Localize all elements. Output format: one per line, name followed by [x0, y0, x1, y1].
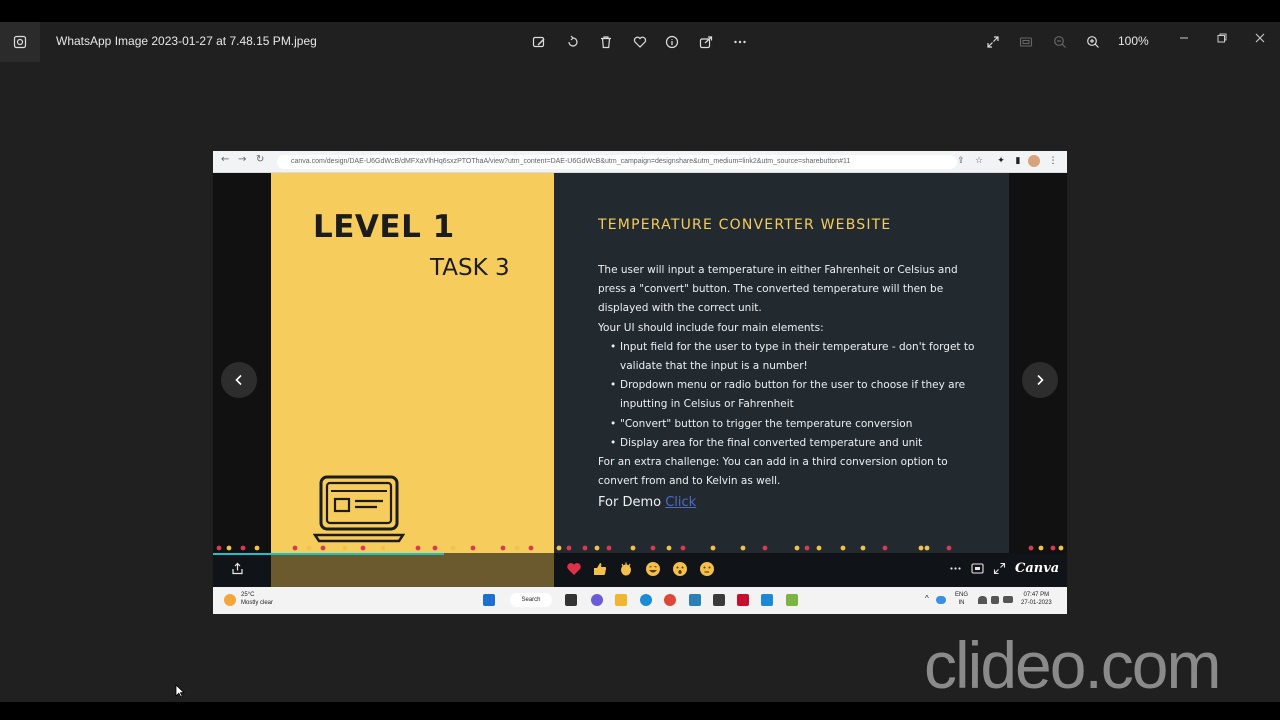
- profile-avatar: [1028, 155, 1040, 167]
- canva-logo: Canva: [1015, 561, 1060, 576]
- fullscreen-icon[interactable]: [983, 32, 1003, 52]
- edge-icon: [640, 594, 652, 606]
- battery-icon: [1003, 596, 1013, 603]
- reaction-stream: [216, 545, 1064, 551]
- list-item: Input field for the user to type in thei…: [610, 338, 978, 376]
- thumbs-up-reaction-icon[interactable]: [592, 561, 608, 577]
- zoom-in-icon[interactable]: [1083, 32, 1103, 52]
- minimize-icon[interactable]: [1172, 26, 1196, 50]
- favorite-icon[interactable]: [630, 32, 650, 52]
- address-bar: canva.com/design/DAE-U6GdWcB/dMFXaVlhHq6…: [277, 155, 957, 169]
- taskbar-search: Search: [510, 593, 552, 607]
- list-item: Dropdown menu or radio button for the us…: [610, 376, 978, 414]
- tray-chevron-icon: ^: [925, 594, 929, 603]
- expand-icon[interactable]: [993, 562, 1006, 579]
- store-icon: [689, 594, 701, 606]
- clock: 07:47 PM 27-01-2023: [1021, 591, 1052, 607]
- slide-body: The user will input a temperature in eit…: [598, 261, 978, 513]
- browser-menu-icon: ⋮: [1048, 156, 1058, 166]
- edit-image-icon[interactable]: [529, 32, 549, 52]
- clock-time: 07:47 PM: [1023, 592, 1050, 598]
- app-icon: [713, 594, 725, 606]
- displayed-photo[interactable]: ← → ↻ canva.com/design/DAE-U6GdWcB/dMFXa…: [213, 151, 1067, 614]
- weather-widget: 25°C Mostly clear: [241, 591, 273, 607]
- chrome-icon: [664, 594, 676, 606]
- challenge-paragraph: For an extra challenge: You can add in a…: [598, 456, 948, 488]
- zoom-out-icon[interactable]: [1050, 32, 1070, 52]
- region-code: IN: [958, 600, 965, 606]
- back-arrow-icon: ←: [221, 154, 230, 165]
- photo-viewer-window: WhatsApp Image 2023-01-27 at 7.48.15 PM.…: [0, 22, 1280, 702]
- windows-taskbar: 25°C Mostly clear Search ^ ENG IN 07:47 …: [213, 587, 1067, 614]
- mcafee-icon: [737, 594, 749, 606]
- next-slide-button[interactable]: [1022, 362, 1058, 398]
- sidebar-icon: ▮: [1015, 156, 1021, 166]
- photos-app-icon[interactable]: [0, 22, 40, 62]
- more-icon[interactable]: [949, 562, 962, 579]
- previous-slide-button[interactable]: [221, 362, 257, 398]
- intro-paragraph: The user will input a temperature in eit…: [598, 264, 958, 315]
- task-heading: TASK 3: [430, 255, 510, 281]
- share-page-icon: ⇪: [957, 156, 965, 166]
- clap-reaction-icon[interactable]: [618, 561, 634, 577]
- presenter-view-icon[interactable]: [971, 562, 984, 579]
- weather-sun-icon: [224, 594, 236, 606]
- laptop-icon: [312, 475, 406, 547]
- bookmark-star-icon: ☆: [974, 156, 984, 166]
- ui-heading: Your UI should include four main element…: [598, 321, 824, 334]
- letterbox-top: [0, 0, 1280, 22]
- windows-start-icon: [483, 594, 495, 606]
- share-upload-icon[interactable]: [231, 562, 244, 579]
- clideo-watermark: clideo.com: [924, 628, 1221, 702]
- mouse-cursor-icon: [175, 684, 185, 698]
- demo-label: For Demo: [598, 495, 662, 511]
- language-indicator: ENG IN: [955, 591, 968, 607]
- level-heading: LEVEL 1: [313, 209, 455, 245]
- more-options-icon[interactable]: [730, 32, 750, 52]
- laugh-reaction-icon[interactable]: [645, 561, 661, 577]
- vscode-icon: [761, 594, 773, 606]
- list-item: Display area for the final converted tem…: [610, 434, 978, 453]
- window-title: WhatsApp Image 2023-01-27 at 7.48.15 PM.…: [56, 34, 317, 48]
- title-bar: WhatsApp Image 2023-01-27 at 7.48.15 PM.…: [0, 22, 1280, 62]
- chat-icon: [591, 594, 603, 606]
- volume-icon: [991, 596, 999, 604]
- surprised-reaction-icon[interactable]: [672, 561, 688, 577]
- heart-reaction-icon[interactable]: [566, 561, 582, 577]
- demo-link[interactable]: Click: [665, 495, 696, 510]
- close-icon[interactable]: [1248, 26, 1272, 50]
- wifi-icon: [978, 596, 987, 604]
- requirements-list: Input field for the user to type in thei…: [598, 338, 978, 453]
- zoom-level[interactable]: 100%: [1118, 34, 1149, 48]
- language-code: ENG: [955, 592, 969, 598]
- file-explorer-icon: [615, 594, 627, 606]
- clock-date: 27-01-2023: [1021, 600, 1052, 606]
- info-icon[interactable]: [662, 32, 682, 52]
- slide-progress-bar: [213, 553, 444, 555]
- fit-to-window-icon[interactable]: [1016, 32, 1036, 52]
- onedrive-icon: [936, 596, 946, 604]
- slide-title: TEMPERATURE CONVERTER WEBSITE: [598, 217, 892, 233]
- share-icon[interactable]: [696, 32, 716, 52]
- browser-toolbar: ← → ↻ canva.com/design/DAE-U6GdWcB/dMFXa…: [213, 151, 1067, 173]
- extensions-icon: ✦: [997, 156, 1005, 166]
- snipping-tool-icon: [786, 594, 798, 606]
- presenter-bar-highlight: [271, 553, 554, 587]
- forward-arrow-icon: →: [238, 154, 247, 165]
- demo-line: For Demo Click: [598, 493, 978, 512]
- letterbox-bottom: [0, 702, 1280, 720]
- rotate-icon[interactable]: [563, 32, 583, 52]
- reload-icon: ↻: [256, 154, 265, 165]
- thinking-reaction-icon[interactable]: [699, 561, 715, 577]
- list-item: "Convert" button to trigger the temperat…: [610, 415, 978, 434]
- task-view-icon: [565, 594, 577, 606]
- weather-condition: Mostly clear: [241, 600, 274, 606]
- restore-icon[interactable]: [1210, 26, 1234, 50]
- delete-icon[interactable]: [596, 32, 616, 52]
- weather-temperature: 25°C: [241, 592, 255, 598]
